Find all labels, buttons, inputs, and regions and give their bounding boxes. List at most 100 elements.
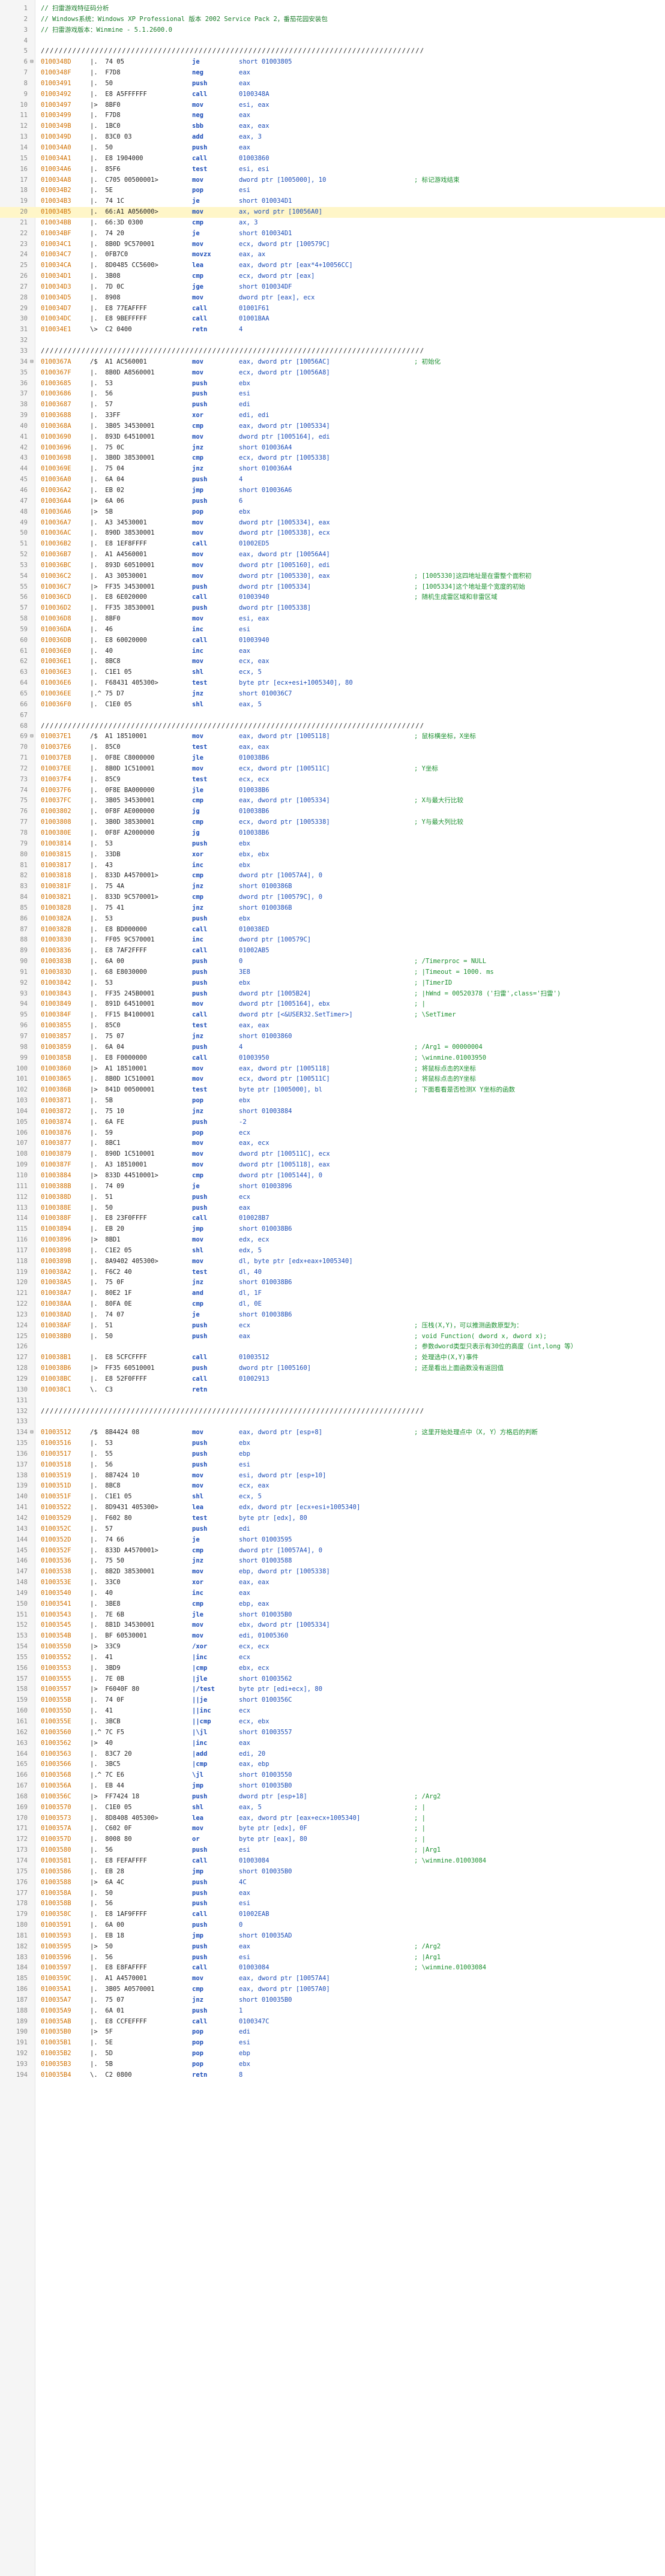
code-line[interactable]: 67 xyxy=(0,710,665,721)
code-line[interactable]: 135 01003516 |. 53 push ebx xyxy=(0,1438,665,1449)
code-line[interactable]: 115 01003894 |. EB 20 jmp short 010038B6 xyxy=(0,1224,665,1235)
code-line[interactable]: 159 0100355B |. 74 0F ||je short 0100356C xyxy=(0,1695,665,1706)
code-line[interactable]: 71 010037E8 |. 0F8E C8000000 jle 010038B6 xyxy=(0,753,665,764)
code-line[interactable]: 59 010036DA |. 46 inc esi xyxy=(0,625,665,635)
code-line[interactable]: 129 010038BC |. E8 52F0FFFF call 01002913 xyxy=(0,1374,665,1385)
code-line[interactable]: 16 010034A6 |. 85F6 test esi, esi xyxy=(0,164,665,175)
code-line[interactable]: 36 01003685 |. 53 push ebx xyxy=(0,379,665,389)
code-line[interactable]: 139 0100351D |. 8BC8 mov ecx, eax xyxy=(0,1481,665,1492)
code-line[interactable]: 161 0100355E |. 3BCB ||cmp ecx, ebx xyxy=(0,1717,665,1728)
code-line[interactable]: 28 010034D5 |. 8908 mov dword ptr [eax], ecx xyxy=(0,293,665,304)
code-line[interactable]: 111 0100388B |. 74 09 je short 01003896 xyxy=(0,1181,665,1192)
code-line[interactable]: 80 01003815 |. 33DB xor ebx, ebx xyxy=(0,850,665,860)
code-line[interactable]: 88 01003830 |. FF05 9C570001 inc dword ptr [… xyxy=(0,935,665,946)
code-line[interactable]: 32 xyxy=(0,335,665,346)
code-line[interactable]: 178 0100358B |. 56 push esi xyxy=(0,1899,665,1909)
code-line[interactable]: 193 010035B3 |. 5B pop ebx xyxy=(0,2059,665,2070)
code-line[interactable]: 7 0100348F |. F7D8 neg eax xyxy=(0,68,665,79)
code-line[interactable]: 29 010034D7 |. E8 77EAFFFF call 01001F61 xyxy=(0,304,665,314)
code-line[interactable]: 113 0100388E |. 50 push eax xyxy=(0,1203,665,1214)
code-line[interactable]: 76 01003802 |. 0F8F AE000000 jg 010038B6 xyxy=(0,806,665,817)
code-line[interactable]: 52 010036B7 |. A1 A4560001 mov eax, dword pt… xyxy=(0,550,665,560)
code-line[interactable]: 179 0100358C |. E8 1AF9FFFF call 01002EAB xyxy=(0,1909,665,1920)
code-line[interactable]: 133 xyxy=(0,1417,665,1428)
code-line[interactable]: 49 010036A7 |. A3 34530001 mov dword ptr [10… xyxy=(0,518,665,529)
code-line[interactable]: 53 010036BC |. 893D 60510001 mov dword ptr [… xyxy=(0,560,665,571)
code-line[interactable]: 181 01003593 |. EB 18 jmp short 010035AD xyxy=(0,1931,665,1942)
code-line[interactable]: 148 0100353E |. 33C0 xor eax, eax xyxy=(0,1578,665,1588)
code-line[interactable]: 8 01003491 |. 50 push eax xyxy=(0,79,665,89)
code-line[interactable]: 50 010036AC |. 890D 38530001 mov dword ptr [… xyxy=(0,528,665,539)
code-line[interactable]: 123 010038AD |. 74 07 je short 010038B6 xyxy=(0,1310,665,1321)
code-line[interactable]: 122 010038AA |. 80FA 0E cmp dl, 0E xyxy=(0,1299,665,1310)
code-line[interactable]: 18 010034B2 |. 5E pop esi xyxy=(0,185,665,196)
code-line[interactable]: 38 01003687 |. 57 push edi xyxy=(0,400,665,410)
code-line[interactable]: 3 // 扫雷游戏版本：Winmine - 5.1.2600.0 xyxy=(0,25,665,36)
code-line[interactable]: 73 010037F4 |. 85C9 test ecx, ecx xyxy=(0,775,665,785)
code-line[interactable]: 62 010036E1 |. 8BC8 mov ecx, eax xyxy=(0,656,665,667)
code-line[interactable]: 63 010036E3 |. C1E1 05 shl ecx, 5 xyxy=(0,667,665,678)
code-line[interactable]: 97 01003857 |. 75 07 jnz short 01003860 xyxy=(0,1031,665,1042)
code-line[interactable]: 58 010036D8 |. 8BF0 mov esi, eax xyxy=(0,614,665,625)
code-line[interactable]: 105 01003874 |. 6A FE push -2 xyxy=(0,1117,665,1128)
code-line[interactable]: 24 010034C7 |. 0FB7C0 movzx eax, ax xyxy=(0,250,665,260)
code-line[interactable]: 68 //////////////////////////////////////… xyxy=(0,721,665,732)
code-line[interactable]: 75 010037FC |. 3B05 34530001 cmp eax, dword … xyxy=(0,796,665,806)
code-line[interactable]: 176 01003588 |> 6A 4C push 4C xyxy=(0,1878,665,1888)
code-line[interactable]: 151 01003543 |. 7E 6B jle short 010035B0 xyxy=(0,1610,665,1621)
code-line[interactable]: 126 ; 参数dword类型只表示有30位的高度（int,long 等） xyxy=(0,1342,665,1353)
code-line[interactable]: 56 010036CD |. E8 6E020000 call 01003940 ; 随机… xyxy=(0,592,665,603)
code-line[interactable]: 61 010036E0 |. 40 inc eax xyxy=(0,646,665,657)
code-line[interactable]: 27 010034D3 |. 7D 0C jge short 010034DF xyxy=(0,282,665,293)
code-line[interactable]: 17 010034A8 |. C705 00500001> mov dword ptr … xyxy=(0,175,665,186)
code-line[interactable]: 138 01003519 |. 8B7424 10 mov esi, dword ptr… xyxy=(0,1471,665,1482)
code-line[interactable]: 160 0100355D |. 41 ||inc ecx xyxy=(0,1706,665,1717)
code-line[interactable]: 65 010036EE |.^ 75 D7 jnz short 010036C7 xyxy=(0,689,665,700)
code-line[interactable]: 13 0100349D |. 83C0 03 add eax, 3 xyxy=(0,132,665,143)
code-line[interactable]: 44 0100369E |. 75 04 jnz short 010036A4 xyxy=(0,464,665,475)
code-line[interactable]: 190 010035B0 |> 5F pop edi xyxy=(0,2027,665,2038)
code-line[interactable]: 146 01003536 |. 75 50 jnz short 01003588 xyxy=(0,1556,665,1567)
code-line[interactable]: 30 010034DC |. E8 9BEFFFFF call 01001BAA xyxy=(0,314,665,325)
code-line[interactable]: 46 010036A2 |. EB 02 jmp short 010036A6 xyxy=(0,485,665,496)
code-line[interactable]: 5 ///////////////////////////////////////… xyxy=(0,46,665,57)
code-line[interactable]: 90 0100383B |. 6A 00 push 0 ; /Timerproc = NU… xyxy=(0,956,665,967)
code-line[interactable]: 72 010037EE |. 8B0D 1C510001 mov ecx, dword … xyxy=(0,764,665,775)
code-line[interactable]: 34 ⊟ 0100367A /$ A1 AC560001 mov eax, dword p… xyxy=(0,357,665,368)
code-line[interactable]: 47 010036A4 |> 6A 06 push 6 xyxy=(0,496,665,507)
code-line[interactable]: 152 01003545 |. 8B1D 34530001 mov ebx, dword… xyxy=(0,1620,665,1631)
code-line[interactable]: 106 01003876 |. 59 pop ecx xyxy=(0,1128,665,1139)
code-line[interactable]: 172 0100357D |. 8008 80 or byte ptr [eax], 8… xyxy=(0,1834,665,1845)
code-line[interactable]: 150 01003541 |. 3BE8 cmp ebp, eax xyxy=(0,1599,665,1610)
code-line[interactable]: 23 010034C1 |. 8B0D 9C570001 mov ecx, dword … xyxy=(0,239,665,250)
code-line[interactable]: 157 01003555 |. 7E 0B |jle short 01003562 xyxy=(0,1674,665,1685)
code-line[interactable]: 40 0100368A |. 3B05 34530001 cmp eax, dword … xyxy=(0,421,665,432)
code-line[interactable]: 158 01003557 |> F6040F 80 |/test byte ptr [e… xyxy=(0,1684,665,1695)
code-line[interactable]: 107 01003877 |. 8BC1 mov eax, ecx xyxy=(0,1138,665,1149)
code-line[interactable]: 134 ⊟ 01003512 /$ 8B4424 08 mov eax, dword pt… xyxy=(0,1428,665,1438)
code-line[interactable]: 112 0100388D |. 51 push ecx xyxy=(0,1192,665,1203)
code-line[interactable]: 99 0100385B |. E8 F0000000 call 01003950 ; \w… xyxy=(0,1053,665,1064)
code-line[interactable]: 119 010038A2 |. F6C2 40 test dl, 40 xyxy=(0,1267,665,1278)
code-line[interactable]: 54 010036C2 |. A3 30530001 mov dword ptr [10… xyxy=(0,571,665,582)
code-line[interactable]: 171 0100357A |. C602 0F mov byte ptr [edx], … xyxy=(0,1824,665,1834)
code-line[interactable]: 168 0100356C |> FF7424 18 push dword ptr [es… xyxy=(0,1792,665,1803)
code-line[interactable]: 156 01003553 |. 3BD9 |cmp ebx, ecx xyxy=(0,1663,665,1674)
code-line[interactable]: 173 01003580 |. 56 push esi ; |Arg1 xyxy=(0,1845,665,1856)
code-line[interactable]: 121 010038A7 |. 80E2 1F and dl, 1F xyxy=(0,1288,665,1299)
code-line[interactable]: 169 01003570 |. C1E0 05 shl eax, 5 ; | xyxy=(0,1803,665,1813)
code-line[interactable]: 154 01003550 |> 33C9/xor ecx, ecx xyxy=(0,1642,665,1653)
code-line[interactable]: 79 01003814 |. 53 push ebx xyxy=(0,839,665,850)
code-line[interactable]: 128 010038B6 |> FF35 60510001 push dword ptr… xyxy=(0,1363,665,1374)
code-line[interactable]: 120 010038A5 |. 75 0F jnz short 010038B6 xyxy=(0,1277,665,1288)
code-line[interactable]: 180 01003591 |. 6A 00 push 0 xyxy=(0,1920,665,1931)
code-line[interactable]: 15 010034A1 |. E8 1904000 call 01003860 xyxy=(0,154,665,164)
code-line[interactable]: 10 01003497 |> 8BF0 mov esi, eax xyxy=(0,100,665,111)
fold-toggle-icon[interactable]: ⊟ xyxy=(29,731,35,742)
code-line[interactable]: 96 01003855 |. 85C0 test eax, eax xyxy=(0,1021,665,1031)
code-line[interactable]: 137 01003518 |. 56 push esi xyxy=(0,1460,665,1471)
code-line[interactable]: 19 010034B3 |. 74 1C je short 010034D1 xyxy=(0,196,665,207)
fold-toggle-icon[interactable]: ⊟ xyxy=(29,57,35,68)
code-line[interactable]: 130 010038C1 \. C3 retn xyxy=(0,1385,665,1396)
code-line[interactable]: 145 0100352F |. 833D A4570001> cmp dword ptr… xyxy=(0,1546,665,1557)
